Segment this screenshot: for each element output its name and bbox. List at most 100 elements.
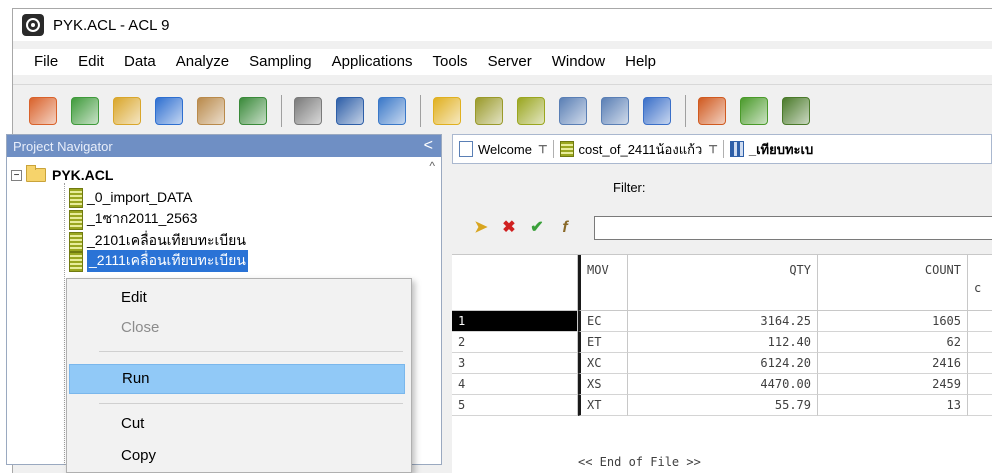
expression-builder-icon[interactable]: f — [556, 219, 574, 237]
edit-filter-icon[interactable]: ➤ — [472, 219, 490, 237]
row-number-cell[interactable]: 4 — [452, 374, 578, 395]
pin-close-icon[interactable]: ⊤ — [708, 143, 718, 156]
row-number-cell[interactable]: 1 — [452, 311, 578, 332]
tree-item[interactable]: _2101เคลื่อนเทียบทะเบียน — [67, 231, 246, 252]
new-project-icon — [29, 96, 57, 125]
row-number-cell[interactable]: 2 — [452, 332, 578, 353]
remove-column-button[interactable] — [597, 93, 633, 129]
count-cell[interactable]: 13 — [818, 395, 968, 416]
chart-button[interactable] — [694, 93, 730, 129]
refresh-button[interactable] — [290, 93, 326, 129]
qty-cell[interactable]: 55.79 — [628, 395, 818, 416]
menu-bar: File Edit Data Analyze Sampling Applications T… — [13, 49, 992, 75]
menu-item-cut[interactable]: Cut — [69, 409, 405, 439]
apply-filter-icon[interactable]: ✔ — [528, 219, 546, 237]
script-icon — [67, 210, 83, 230]
next-cell[interactable] — [968, 374, 992, 395]
next-cell[interactable] — [968, 311, 992, 332]
mov-cell[interactable]: XC — [578, 353, 628, 374]
open-project-button[interactable] — [67, 93, 103, 129]
tree-item[interactable]: _1ซาก2011_2563 — [67, 209, 198, 230]
script-icon — [67, 252, 83, 272]
document-icon — [459, 141, 473, 157]
row-number-cell[interactable]: 3 — [452, 353, 578, 374]
next-cell[interactable] — [968, 395, 992, 416]
collapse-expander-icon[interactable]: − — [11, 169, 22, 181]
modify-column-icon — [559, 96, 587, 125]
menu-analyze[interactable]: Analyze — [166, 49, 239, 75]
toolbar-separator — [685, 94, 686, 127]
menu-help[interactable]: Help — [615, 49, 666, 75]
count-cell[interactable]: 2416 — [818, 353, 968, 374]
tree-root[interactable]: − PYK.ACL — [11, 165, 113, 185]
menu-applications[interactable]: Applications — [322, 49, 423, 75]
copy-button[interactable] — [429, 93, 465, 129]
count-cell[interactable]: 2459 — [818, 374, 968, 395]
qty-cell[interactable]: 112.40 — [628, 332, 818, 353]
column-header-count[interactable]: COUNT — [818, 255, 968, 311]
scroll-up-arrow-icon[interactable]: ^ — [429, 159, 435, 173]
menu-item-run[interactable]: Run — [69, 364, 405, 394]
column-header-qty[interactable]: QTY — [628, 255, 818, 311]
tree-item-label: _2101เคลื่อนเทียบทะเบียน — [87, 232, 246, 248]
filter-button[interactable] — [374, 93, 410, 129]
new-project-button[interactable] — [25, 93, 61, 129]
pin-close-icon[interactable]: ⊤ — [538, 143, 548, 156]
remove-filter-icon[interactable]: ✖ — [500, 219, 518, 237]
table-layout-button[interactable] — [332, 93, 368, 129]
tab-active-table[interactable]: _เทียบทะเบ — [729, 139, 814, 160]
menu-server[interactable]: Server — [478, 49, 542, 75]
count-cell[interactable]: 62 — [818, 332, 968, 353]
tab-welcome[interactable]: Welcome ⊤ — [459, 141, 548, 157]
menu-separator — [99, 351, 403, 352]
tree-item-selected[interactable]: _2111เคลื่อนเทียบทะเบียน — [67, 250, 248, 272]
edit-icon — [475, 96, 503, 125]
modify-column-button[interactable] — [555, 93, 591, 129]
column-header-next[interactable]: c — [968, 255, 992, 311]
navigator-header: Project Navigator < — [7, 135, 441, 157]
collapse-navigator-button[interactable]: < — [424, 137, 433, 155]
count-cell[interactable]: 1605 — [818, 311, 968, 332]
tree-guide-line — [64, 183, 65, 465]
qty-cell[interactable]: 4470.00 — [628, 374, 818, 395]
menu-sampling[interactable]: Sampling — [239, 49, 322, 75]
tab-label: Welcome — [478, 141, 532, 157]
menu-item-close[interactable]: Close — [69, 313, 405, 343]
add-column-button[interactable] — [513, 93, 549, 129]
mov-cell[interactable]: EC — [578, 311, 628, 332]
mov-cell[interactable]: XT — [578, 395, 628, 416]
next-cell[interactable] — [968, 353, 992, 374]
edit-button[interactable] — [471, 93, 507, 129]
tab-label: _เทียบทะเบ — [748, 141, 814, 157]
filter-icon — [378, 96, 406, 125]
tree-item-label: _1ซาก2011_2563 — [87, 210, 198, 226]
row-number-cell[interactable]: 5 — [452, 395, 578, 416]
next-cell[interactable] — [968, 332, 992, 353]
column-header-mov[interactable]: MOV — [578, 255, 628, 311]
statistics-button[interactable] — [736, 93, 772, 129]
table-layout-icon — [336, 96, 364, 125]
menu-item-copy[interactable]: Copy — [69, 441, 405, 471]
grid-icon — [729, 141, 744, 157]
mov-cell[interactable]: ET — [578, 332, 628, 353]
find-button[interactable] — [235, 93, 271, 129]
tree-item[interactable]: _0_import_DATA — [67, 187, 192, 208]
print-button[interactable] — [193, 93, 229, 129]
menu-edit[interactable]: Edit — [68, 49, 114, 75]
menu-item-edit[interactable]: Edit — [69, 283, 405, 313]
save-button[interactable] — [151, 93, 187, 129]
menu-window[interactable]: Window — [542, 49, 615, 75]
save-icon — [155, 96, 183, 125]
sigma-button[interactable] — [778, 93, 814, 129]
filter-input[interactable] — [594, 216, 992, 240]
menu-file[interactable]: File — [13, 49, 68, 75]
qty-cell[interactable]: 3164.25 — [628, 311, 818, 332]
folder-icon — [26, 165, 46, 182]
tab-cost[interactable]: cost_of_2411น้องแก้ว ⊤ — [559, 139, 718, 160]
mov-cell[interactable]: XS — [578, 374, 628, 395]
open-table-button[interactable] — [109, 93, 145, 129]
font-button[interactable] — [639, 93, 675, 129]
qty-cell[interactable]: 6124.20 — [628, 353, 818, 374]
menu-tools[interactable]: Tools — [423, 49, 478, 75]
menu-data[interactable]: Data — [114, 49, 166, 75]
